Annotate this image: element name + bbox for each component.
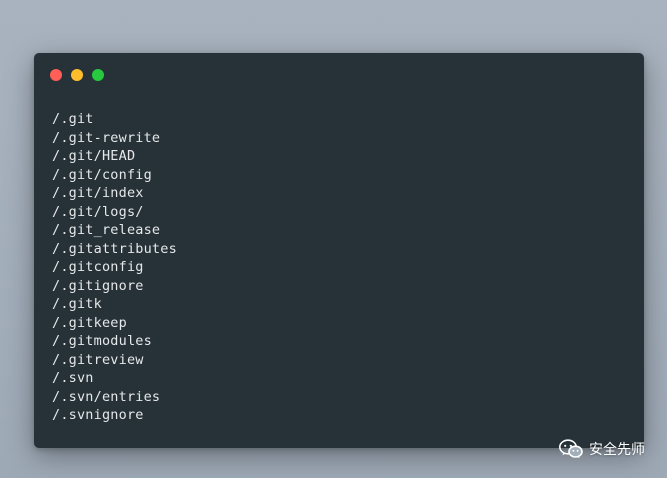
code-line: /.svn: [52, 370, 94, 386]
wechat-icon: [559, 439, 583, 459]
maximize-button[interactable]: [92, 69, 104, 81]
window-controls: [50, 69, 104, 81]
code-line: /.gitmodules: [52, 333, 152, 349]
code-line: /.git/logs/: [52, 203, 144, 220]
close-button[interactable]: [50, 69, 62, 81]
code-line: /.gitreview: [52, 351, 144, 368]
code-line: /.gitattributes: [52, 240, 177, 257]
code-block: /.git /.git-rewrite /.git/HEAD /.git/con…: [52, 110, 177, 425]
code-line: /.gitignore: [52, 277, 144, 294]
code-line: /.gitconfig: [52, 259, 144, 275]
watermark-text: 安全先师: [589, 442, 645, 458]
code-line: /.git_release: [52, 222, 161, 238]
minimize-button[interactable]: [71, 69, 83, 81]
code-line: /.gitk: [52, 296, 102, 312]
code-line: /.gitkeep: [52, 314, 127, 331]
code-line: /.svn/entries: [52, 388, 161, 405]
code-line: /.git-rewrite: [52, 129, 161, 146]
watermark: 安全先师: [559, 439, 645, 459]
code-line: /.git/HEAD: [52, 148, 136, 164]
code-line: /.git: [52, 111, 94, 127]
code-line: /.svnignore: [52, 407, 144, 423]
code-line: /.git/index: [52, 185, 144, 201]
terminal-window: /.git /.git-rewrite /.git/HEAD /.git/con…: [34, 53, 644, 448]
code-line: /.git/config: [52, 166, 152, 183]
